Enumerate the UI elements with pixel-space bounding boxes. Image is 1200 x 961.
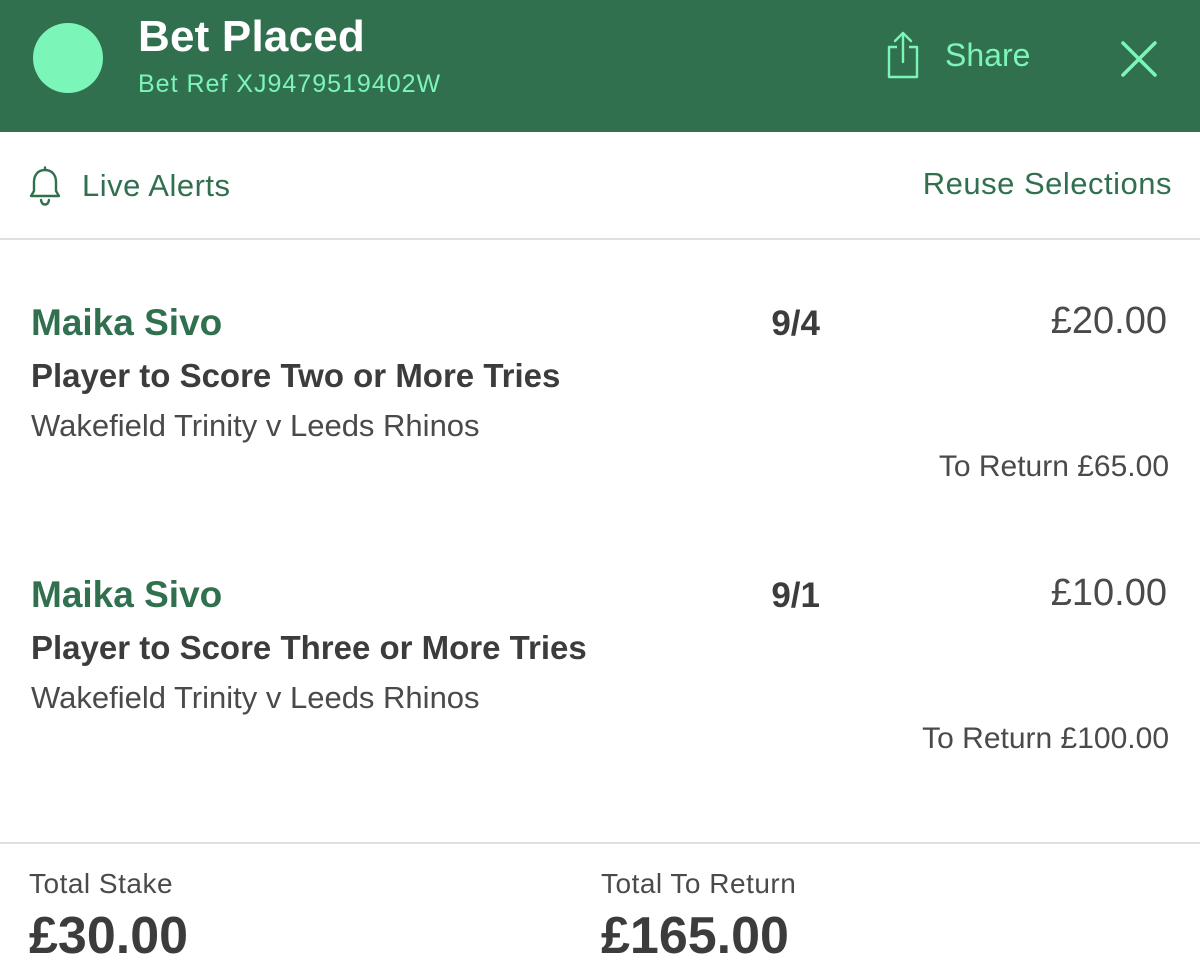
page-title: Bet Placed (138, 12, 365, 61)
bet-placed-header: Bet Placed Bet Ref XJ9479519402W Share (0, 0, 1200, 132)
live-alerts-button[interactable]: Live Alerts (28, 162, 231, 210)
odds: 9/1 (771, 576, 820, 615)
bet-actions-bar: Live Alerts Reuse Selections (0, 132, 1200, 240)
status-indicator (33, 23, 103, 93)
close-button[interactable] (1118, 38, 1160, 80)
reuse-selections-button[interactable]: Reuse Selections (923, 166, 1172, 202)
share-button[interactable]: Share (885, 28, 1030, 82)
bell-icon (29, 166, 61, 206)
event-name: Wakefield Trinity v Leeds Rhinos (31, 680, 480, 715)
bet-totals: Total Stake £30.00 Total To Return £165.… (0, 842, 1200, 961)
selection-name: Maika Sivo (31, 574, 223, 615)
bet-item: Maika Sivo Player to Score Two or More T… (0, 240, 1200, 510)
close-icon (1121, 41, 1157, 77)
share-label: Share (945, 36, 1031, 73)
live-alerts-label: Live Alerts (82, 168, 231, 203)
bet-reference: Bet Ref XJ9479519402W (138, 70, 442, 98)
total-stake-label: Total Stake (29, 868, 174, 899)
odds: 9/4 (771, 304, 820, 343)
stake-amount: £10.00 (1050, 572, 1167, 614)
bet-item: Maika Sivo Player to Score Three or More… (0, 512, 1200, 782)
stake-amount: £20.00 (1050, 300, 1167, 342)
potential-return: To Return £65.00 (938, 450, 1169, 483)
event-name: Wakefield Trinity v Leeds Rhinos (31, 408, 480, 443)
total-return-value: £165.00 (601, 907, 789, 961)
potential-return: To Return £100.00 (922, 722, 1169, 755)
market-name: Player to Score Three or More Tries (31, 629, 587, 666)
market-name: Player to Score Two or More Tries (31, 357, 561, 394)
total-return-label: Total To Return (601, 868, 797, 899)
selection-name: Maika Sivo (31, 302, 223, 343)
share-icon (887, 31, 919, 79)
total-stake-value: £30.00 (29, 907, 189, 961)
